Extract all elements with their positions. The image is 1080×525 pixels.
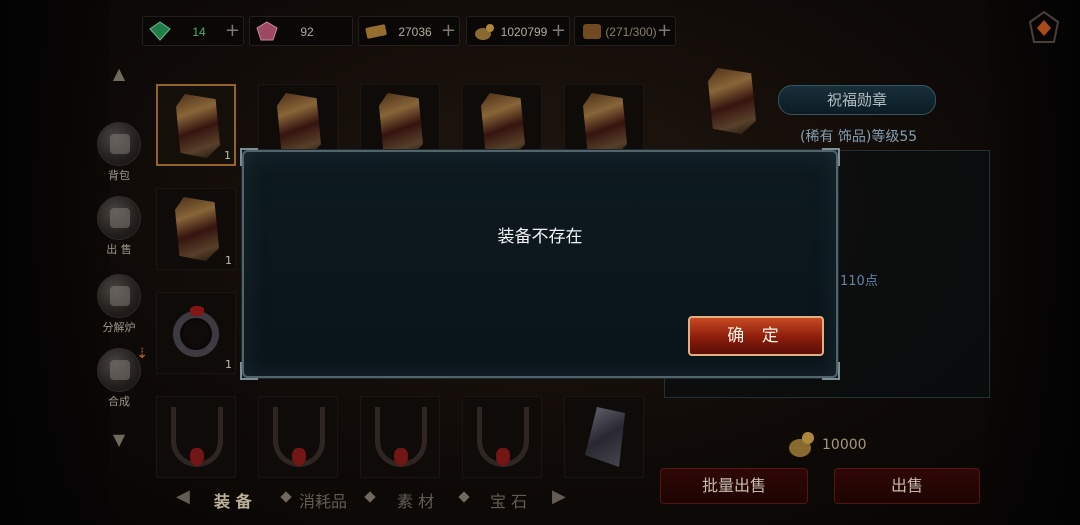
dialog-corner-ornament — [822, 148, 840, 166]
alert-dialog: 装备不存在 确 定 — [240, 148, 840, 380]
dialog-corner-ornament — [822, 362, 840, 380]
dialog-corner-ornament — [240, 148, 258, 166]
dialog-corner-ornament — [240, 362, 258, 380]
dialog-message: 装备不存在 — [497, 227, 583, 247]
game-screen: 14 + 92 27036 + 1020799 + (271/300) + ▲ … — [0, 0, 1080, 525]
confirm-button[interactable]: 确 定 — [688, 316, 824, 356]
